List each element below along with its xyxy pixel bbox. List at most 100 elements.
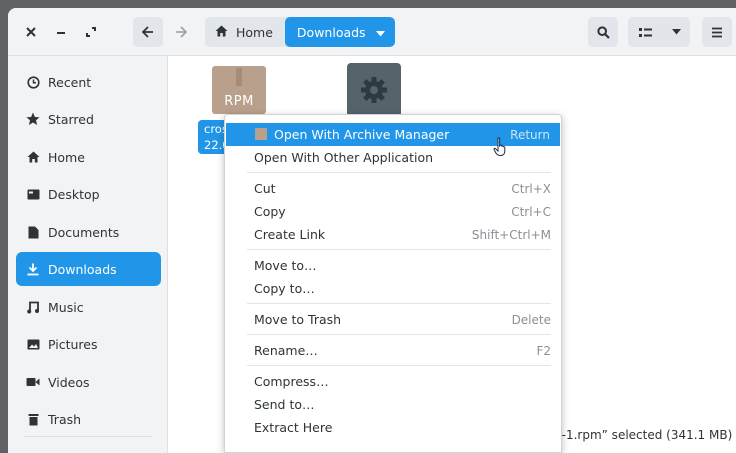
archive-zipper-icon xyxy=(236,68,242,86)
rpm-package-icon[interactable]: RPM xyxy=(212,66,266,114)
status-bar-text: 0-1.rpm” selected (341.1 MB) xyxy=(554,428,733,442)
menu-item-send-to[interactable]: Send to… xyxy=(225,393,561,416)
sidebar-item-label: Desktop xyxy=(48,186,100,202)
minimize-button[interactable] xyxy=(48,17,74,47)
hand-pointer-cursor-icon xyxy=(493,137,506,157)
home-icon xyxy=(215,25,228,40)
menu-item-create-link[interactable]: Create Link Shift+Ctrl+M xyxy=(225,223,561,246)
executable-file-icon[interactable] xyxy=(347,63,401,117)
trash-icon xyxy=(26,412,40,426)
menu-item-accelerator: Ctrl+C xyxy=(511,204,551,219)
menu-item-label: Compress… xyxy=(254,374,329,389)
menu-item-label: Rename… xyxy=(254,343,318,358)
menu-item-open-with-other-application[interactable]: Open With Other Application xyxy=(225,146,561,169)
sidebar-item-label: Recent xyxy=(48,74,92,90)
home-icon xyxy=(26,150,40,164)
sidebar-item-label: Home xyxy=(48,149,85,165)
menu-item-compress[interactable]: Compress… xyxy=(225,370,561,393)
gear-icon xyxy=(361,77,387,103)
breadcrumb-home[interactable]: Home xyxy=(205,17,285,47)
menu-item-label: Send to… xyxy=(254,397,315,412)
menu-item-copy-to[interactable]: Copy to… xyxy=(225,277,561,300)
sidebar-item-home[interactable]: Home xyxy=(16,140,161,174)
rpm-icon-label: RPM xyxy=(224,94,254,109)
sidebar-item-label: Music xyxy=(48,299,84,315)
menu-item-extract-here[interactable]: Extract Here xyxy=(225,416,561,439)
sidebar-item-pictures[interactable]: Pictures xyxy=(16,327,161,361)
menu-item-label: Create Link xyxy=(254,227,326,242)
breadcrumb-home-label: Home xyxy=(236,24,273,40)
sidebar-item-downloads[interactable]: Downloads xyxy=(16,252,161,286)
maximize-icon xyxy=(86,27,96,37)
menu-item-accelerator: Return xyxy=(510,127,550,142)
hamburger-menu-icon xyxy=(712,27,722,37)
menu-separator xyxy=(247,249,551,250)
menu-separator xyxy=(247,365,551,366)
close-icon xyxy=(26,27,36,37)
sidebar-item-documents[interactable]: Documents xyxy=(16,215,161,249)
view-options-button[interactable] xyxy=(662,17,690,47)
menu-separator xyxy=(247,172,551,173)
menu-item-accelerator: F2 xyxy=(536,343,551,358)
sidebar-item-starred[interactable]: Starred xyxy=(16,102,161,136)
sidebar-item-label: Documents xyxy=(48,224,120,240)
back-button[interactable] xyxy=(133,17,163,47)
menu-item-label: Cut xyxy=(254,181,276,196)
menu-separator xyxy=(247,334,551,335)
context-menu: Open With Archive Manager Return Open Wi… xyxy=(224,114,562,453)
document-icon xyxy=(26,225,40,239)
sidebar-item-label: Videos xyxy=(48,374,90,390)
menu-separator xyxy=(247,303,551,304)
menu-button[interactable] xyxy=(702,17,732,47)
grid-view-icon xyxy=(638,27,652,37)
close-button[interactable] xyxy=(18,17,44,47)
chevron-down-icon xyxy=(375,25,385,40)
search-icon xyxy=(596,25,610,39)
menu-item-open-with-archive-manager[interactable]: Open With Archive Manager Return xyxy=(226,123,560,146)
menu-item-label: Open With Other Application xyxy=(254,150,434,165)
menu-item-copy[interactable]: Copy Ctrl+C xyxy=(225,200,561,223)
menu-item-cut[interactable]: Cut Ctrl+X xyxy=(225,177,561,200)
menu-item-accelerator: Delete xyxy=(511,312,551,327)
chevron-down-icon xyxy=(671,29,681,35)
sidebar-item-music[interactable]: Music xyxy=(16,290,161,324)
header-bar: Home Downloads xyxy=(8,8,736,56)
menu-item-move-to-trash[interactable]: Move to Trash Delete xyxy=(225,308,561,331)
clock-icon xyxy=(26,75,40,89)
sidebar-item-desktop[interactable]: Desktop xyxy=(16,177,161,211)
minimize-icon xyxy=(57,32,65,34)
video-icon xyxy=(26,375,40,389)
sidebar: Recent Starred Home Desktop Documents Do… xyxy=(8,56,168,453)
picture-icon xyxy=(26,337,40,351)
menu-item-label: Open With Archive Manager xyxy=(274,127,450,142)
menu-item-accelerator: Shift+Ctrl+M xyxy=(471,227,551,242)
arrow-left-icon xyxy=(142,26,153,38)
breadcrumb-downloads-label: Downloads xyxy=(296,24,366,40)
sidebar-item-label: Pictures xyxy=(48,336,98,352)
menu-item-move-to[interactable]: Move to… xyxy=(225,254,561,277)
sidebar-item-label: Starred xyxy=(48,111,94,127)
maximize-button[interactable] xyxy=(78,17,104,47)
sidebar-item-label: Trash xyxy=(48,411,82,427)
star-icon xyxy=(26,112,40,126)
archive-icon xyxy=(255,128,267,140)
sidebar-item-trash[interactable]: Trash xyxy=(16,402,161,436)
menu-item-label: Copy xyxy=(254,204,286,219)
sidebar-divider xyxy=(24,436,152,437)
menu-item-rename[interactable]: Rename… F2 xyxy=(225,339,561,362)
music-icon xyxy=(26,300,40,314)
breadcrumb: Home Downloads xyxy=(205,17,395,47)
breadcrumb-downloads[interactable]: Downloads xyxy=(284,17,395,47)
menu-item-label: Copy to… xyxy=(254,281,315,296)
sidebar-item-videos[interactable]: Videos xyxy=(16,365,161,399)
forward-button[interactable] xyxy=(166,17,196,47)
sidebar-item-label: Downloads xyxy=(48,261,117,277)
view-toggle-button[interactable] xyxy=(628,17,662,47)
sidebar-item-recent[interactable]: Recent xyxy=(16,65,161,99)
desktop-icon xyxy=(26,187,40,201)
menu-item-accelerator: Ctrl+X xyxy=(511,181,551,196)
menu-item-label: Move to… xyxy=(254,258,317,273)
arrow-right-icon xyxy=(176,26,187,38)
menu-item-label: Extract Here xyxy=(254,420,333,435)
search-button[interactable] xyxy=(588,17,618,47)
